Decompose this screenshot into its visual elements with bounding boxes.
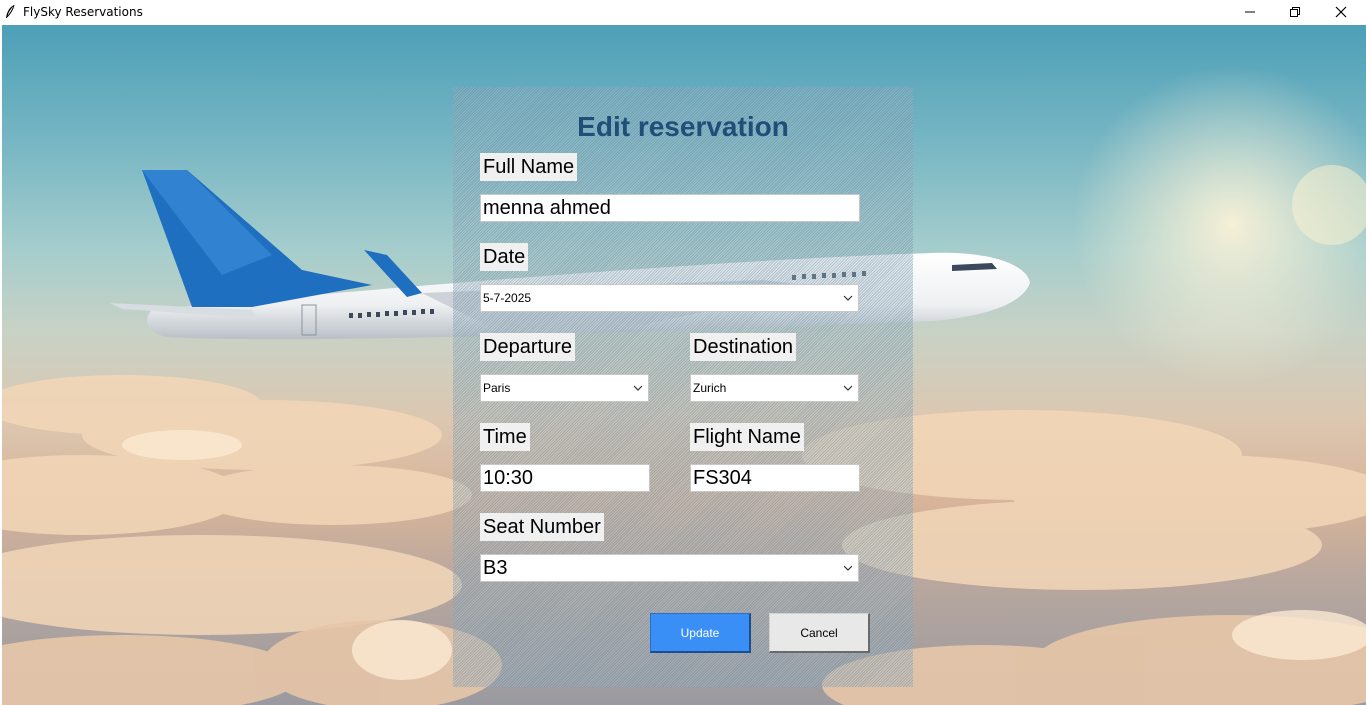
title-bar: FlySky Reservations (0, 0, 1366, 24)
time-input[interactable]: 10:30 (480, 464, 650, 492)
departure-select[interactable]: Paris (480, 374, 649, 402)
date-select[interactable]: 5-7-2025 (480, 284, 859, 312)
form-title: Edit reservation (577, 111, 789, 142)
update-button[interactable]: Update (650, 613, 751, 653)
minimize-button[interactable] (1227, 0, 1273, 24)
destination-select[interactable]: Zurich (690, 374, 859, 402)
chevron-down-icon (633, 385, 643, 391)
date-label: Date (480, 243, 529, 271)
feather-icon (4, 4, 16, 20)
flight-name-input[interactable]: FS304 (690, 464, 860, 492)
chevron-down-icon (843, 295, 853, 301)
chevron-down-icon (843, 385, 853, 391)
time-label: Time (480, 423, 530, 451)
seat-number-label: Seat Number (480, 513, 604, 541)
restore-button[interactable] (1272, 0, 1318, 24)
window-title: FlySky Reservations (23, 5, 143, 19)
destination-label: Destination (690, 333, 797, 361)
seat-number-select[interactable]: B3 (480, 554, 859, 582)
seat-number-value: B3 (483, 557, 508, 579)
full-name-input[interactable]: menna ahmed (480, 194, 860, 222)
edit-reservation-panel: Edit reservation Full Name menna ahmed D… (453, 87, 913, 687)
cancel-button[interactable]: Cancel (769, 613, 870, 653)
close-button[interactable] (1318, 0, 1364, 24)
restore-icon (1290, 7, 1300, 17)
minimize-icon (1245, 11, 1255, 13)
destination-value: Zurich (693, 381, 727, 395)
full-name-label: Full Name (480, 153, 578, 181)
departure-value: Paris (483, 381, 511, 395)
close-icon (1335, 6, 1347, 18)
departure-label: Departure (480, 333, 575, 361)
chevron-down-icon (843, 565, 853, 571)
date-value: 5-7-2025 (483, 291, 532, 305)
flight-name-label: Flight Name (690, 423, 804, 451)
